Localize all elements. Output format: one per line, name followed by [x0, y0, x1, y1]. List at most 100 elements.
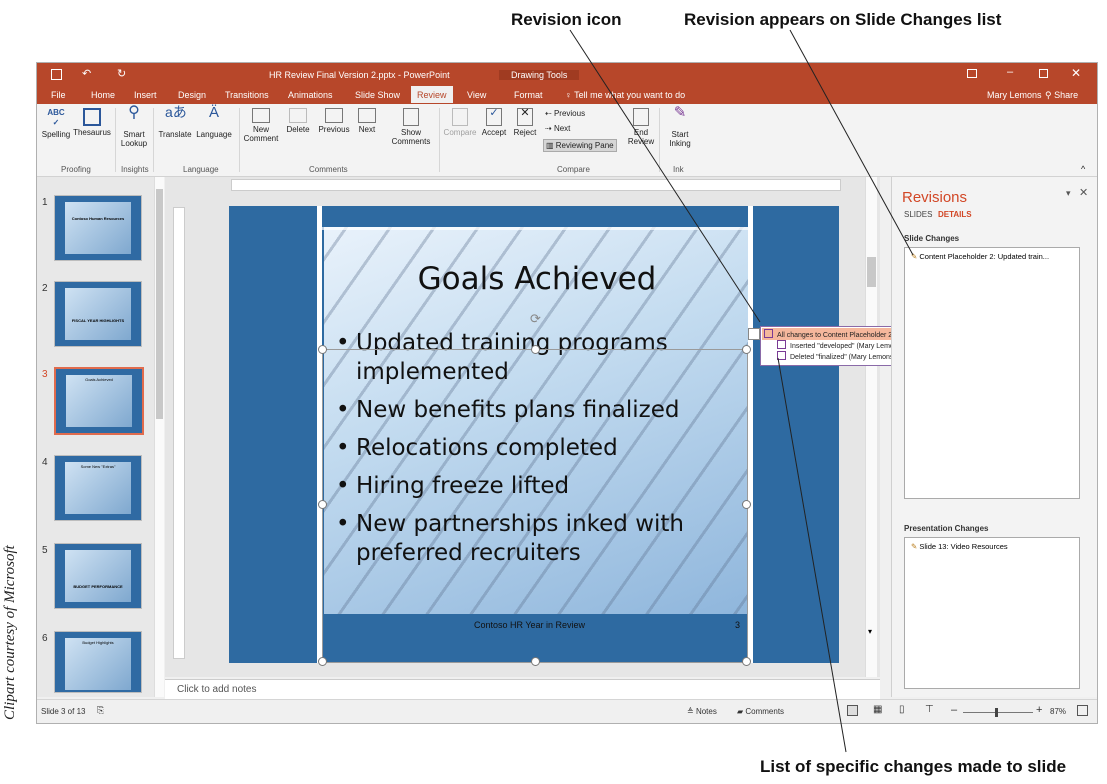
close-pane-icon[interactable]: ✕: [1079, 186, 1088, 199]
previous-label: Previous: [318, 125, 350, 134]
close-icon[interactable]: ✕: [1071, 66, 1081, 80]
tab-transitions[interactable]: Transitions: [225, 90, 269, 100]
resize-handle[interactable]: [531, 345, 540, 354]
change-checkbox[interactable]: [777, 351, 786, 360]
notes-area[interactable]: Click to add notes: [165, 679, 880, 700]
new-comment-label: New Comment: [243, 125, 279, 143]
status-bar: Slide 3 of 13 ⎘ ≜ Notes ▰ Comments ▦ ▯ ⊤…: [37, 699, 1097, 723]
resize-handle[interactable]: [742, 500, 751, 509]
thumbnail-number: 6: [42, 633, 48, 644]
tab-home[interactable]: Home: [91, 90, 115, 100]
tab-slide-show[interactable]: Slide Show: [355, 90, 400, 100]
reject-icon: ✕: [517, 108, 533, 126]
tab-details[interactable]: DETAILS: [938, 210, 972, 219]
previous-change-button[interactable]: ⇠ Previous: [545, 109, 585, 118]
rotate-handle-icon[interactable]: ⟳: [530, 311, 541, 327]
delete-comment-button[interactable]: Delete: [283, 108, 313, 134]
previous-change-label: Previous: [553, 109, 586, 118]
editor-scrollbar[interactable]: ▾: [865, 177, 877, 677]
thumbnail-scroll-thumb[interactable]: [156, 189, 163, 419]
new-comment-button[interactable]: New Comment: [243, 108, 279, 143]
translate-button[interactable]: aあ Translate: [157, 105, 193, 139]
divider: [115, 108, 116, 172]
restore-icon[interactable]: [1039, 69, 1048, 78]
comments-button[interactable]: ▰ Comments: [737, 707, 784, 716]
reading-view-icon[interactable]: ▯: [899, 704, 905, 715]
share-button[interactable]: ⚲ Share: [1045, 90, 1078, 101]
thumbnail-picture: [66, 375, 132, 427]
accept-button[interactable]: ✓ Accept: [479, 108, 509, 138]
tab-file[interactable]: File: [51, 90, 66, 100]
slideshow-icon[interactable]: ⊤: [925, 704, 934, 715]
compare-button[interactable]: Compare: [443, 108, 477, 137]
tab-review[interactable]: Review: [411, 86, 453, 103]
reviewing-pane-label: Reviewing Pane: [555, 141, 614, 150]
previous-comment-button[interactable]: Previous: [317, 108, 351, 134]
collapse-ribbon-icon[interactable]: ^: [1081, 164, 1085, 174]
tab-format[interactable]: Format: [514, 90, 543, 100]
redo-icon[interactable]: ↻: [117, 67, 126, 80]
slide-change-item[interactable]: ✎ Content Placeholder 2: Updated train..…: [911, 252, 1049, 261]
slide-thumbnail-5[interactable]: BUDGET PERFORMANCE: [54, 543, 142, 609]
user-name[interactable]: Mary Lemons: [987, 90, 1042, 100]
tab-view[interactable]: View: [467, 90, 486, 100]
change-item[interactable]: Deleted "finalized" (Mary Lemons): [777, 351, 896, 361]
smart-lookup-button[interactable]: ⚲ Smart Lookup: [119, 105, 149, 149]
resize-handle[interactable]: [318, 657, 327, 666]
end-review-button[interactable]: End Review: [627, 108, 655, 146]
tab-animations[interactable]: Animations: [288, 90, 333, 100]
fit-slide-icon[interactable]: [1077, 705, 1088, 716]
spellcheck-status-icon[interactable]: ⎘: [97, 705, 104, 716]
normal-view-icon[interactable]: [847, 705, 858, 716]
resize-handle[interactable]: [318, 500, 327, 509]
undo-icon[interactable]: ↶: [82, 67, 91, 80]
slide-sorter-icon[interactable]: ▦: [873, 704, 882, 715]
zoom-slider-thumb[interactable]: [995, 708, 998, 717]
slide-canvas[interactable]: Goals Achieved ⟳ Updated training progra…: [229, 206, 839, 666]
thumbnail-picture: [65, 288, 131, 340]
save-icon[interactable]: [51, 69, 62, 80]
editor-scroll-thumb[interactable]: [867, 257, 876, 287]
language-button[interactable]: Ä Language: [195, 105, 233, 139]
spelling-button[interactable]: ABC ✓ Spelling: [40, 108, 72, 139]
thumbnail-number: 3: [42, 369, 48, 380]
tab-design[interactable]: Design: [178, 90, 206, 100]
resize-handle[interactable]: [742, 345, 751, 354]
notes-button[interactable]: ≜ Notes: [687, 707, 717, 716]
revision-marker-icon[interactable]: [748, 328, 760, 340]
tab-insert[interactable]: Insert: [134, 90, 157, 100]
change-checkbox[interactable]: [777, 340, 786, 349]
slide-thumbnail-6[interactable]: Budget Highlights: [54, 631, 142, 693]
change-checkbox[interactable]: [764, 329, 773, 338]
show-comments-button[interactable]: Show Comments: [389, 108, 433, 146]
thesaurus-button[interactable]: Thesaurus: [73, 108, 111, 137]
slide-thumbnail-1[interactable]: Contoso Human Resources: [54, 195, 142, 261]
pane-options-icon[interactable]: ▾: [1066, 188, 1071, 199]
reviewing-pane-button[interactable]: ▥ Reviewing Pane: [543, 139, 617, 152]
resize-handle[interactable]: [318, 345, 327, 354]
zoom-level[interactable]: 87%: [1050, 707, 1066, 716]
next-change-button[interactable]: ⇢ Next: [545, 124, 570, 133]
presentation-change-item[interactable]: ✎ Slide 13: Video Resources: [911, 542, 1008, 551]
change-item[interactable]: Inserted "developed" (Mary Lemons): [777, 340, 904, 350]
start-inking-button[interactable]: ✎ Start Inking: [665, 105, 695, 148]
next-comment-button[interactable]: Next: [355, 108, 379, 134]
slide-thumbnail-2[interactable]: FISCAL YEAR HIGHLIGHTS: [54, 281, 142, 347]
next-slide-icon[interactable]: ▾: [868, 627, 872, 636]
slide-thumbnail-4[interactable]: Some New "Extras": [54, 455, 142, 521]
slide-title[interactable]: Goals Achieved: [324, 261, 750, 297]
divider: [239, 108, 240, 172]
zoom-out-icon[interactable]: –: [951, 704, 957, 716]
image-credit: Clipart courtesy of Microsoft: [2, 545, 18, 720]
zoom-in-icon[interactable]: +: [1036, 704, 1042, 716]
zoom-slider[interactable]: [963, 708, 1033, 717]
tab-slides[interactable]: SLIDES: [904, 210, 932, 219]
minimize-icon[interactable]: –: [1007, 66, 1013, 78]
thumbnail-scrollbar[interactable]: [154, 177, 164, 697]
slide-thumbnail-3[interactable]: Goals Achieved: [54, 367, 144, 435]
reject-button[interactable]: ✕ Reject: [511, 108, 539, 138]
resize-handle[interactable]: [742, 657, 751, 666]
resize-handle[interactable]: [531, 657, 540, 666]
ribbon-display-icon[interactable]: [967, 69, 977, 78]
tell-me-box[interactable]: ♀ Tell me what you want to do: [565, 90, 685, 100]
